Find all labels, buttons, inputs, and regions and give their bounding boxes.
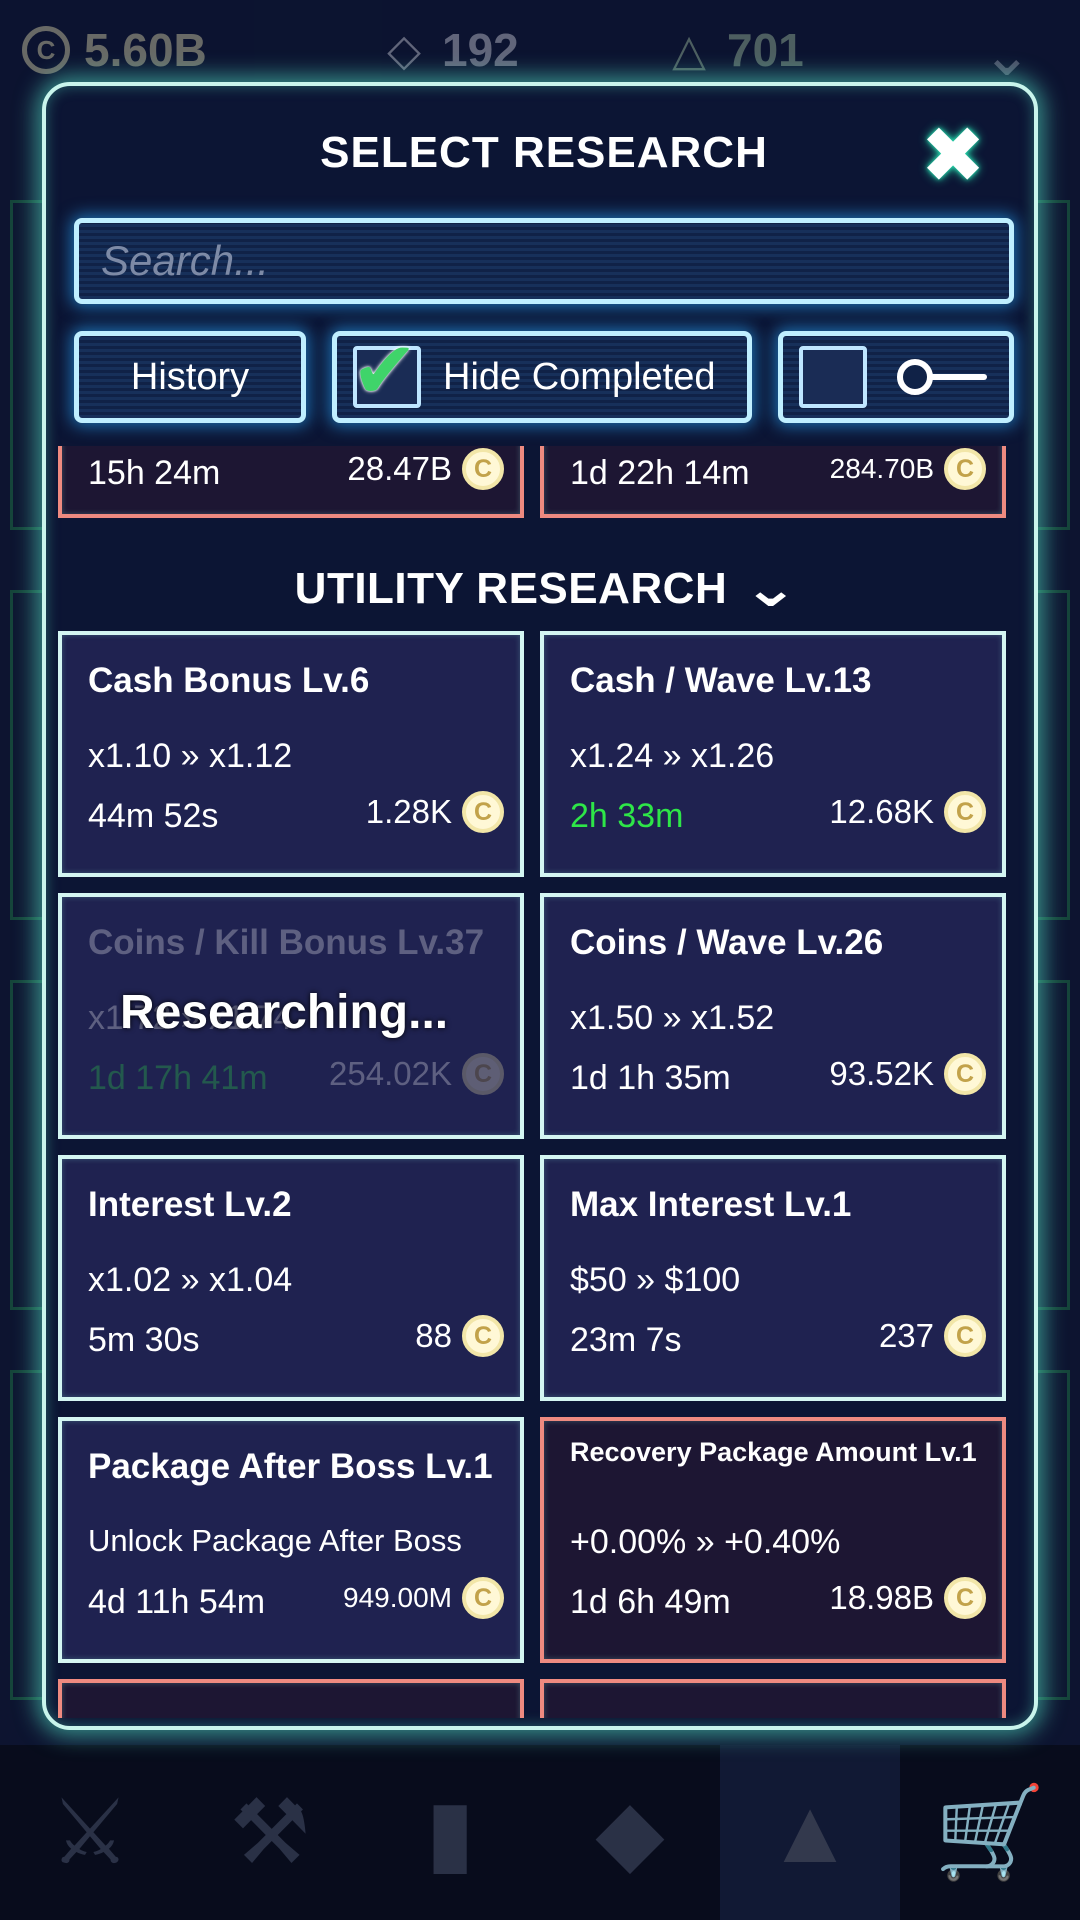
coin-icon: C bbox=[462, 1577, 504, 1619]
research-cost: 237 C bbox=[879, 1315, 986, 1357]
research-cost: 88 C bbox=[415, 1315, 504, 1357]
flask-icon[interactable]: ▲ bbox=[720, 1745, 900, 1920]
swords-icon[interactable]: ⚔ bbox=[0, 1745, 180, 1920]
research-list[interactable]: 15h 24m 28.47B C 1d 22h 14m 284.70B C UT… bbox=[46, 446, 1034, 1718]
hide-completed-label: Hide Completed bbox=[443, 355, 716, 398]
research-cost: 18.98B C bbox=[829, 1577, 986, 1619]
select-research-modal: SELECT RESEARCH ✖ History ✔ Hide Complet… bbox=[42, 82, 1038, 1730]
search-field[interactable] bbox=[74, 218, 1014, 304]
research-effect: Unlock Package After Boss bbox=[88, 1523, 462, 1558]
coins-value: 5.60B bbox=[84, 24, 207, 76]
research-card[interactable] bbox=[58, 1679, 524, 1718]
medal-icon: △ bbox=[672, 25, 706, 75]
hide-completed-toggle[interactable]: ✔ Hide Completed bbox=[332, 326, 752, 423]
hammer-icon[interactable]: ⚒ bbox=[180, 1745, 360, 1920]
research-cost: 93.52K C bbox=[829, 1053, 986, 1095]
research-time: 1d 6h 49m bbox=[570, 1583, 731, 1621]
close-icon[interactable]: ✖ bbox=[920, 116, 986, 194]
research-card[interactable] bbox=[540, 1679, 1006, 1718]
research-effect: +0.00% » +0.40% bbox=[570, 1523, 841, 1561]
gem-icon: ◇ bbox=[387, 25, 421, 75]
research-cost: 28.47B C bbox=[347, 448, 504, 490]
chevron-down-icon: ⌄ bbox=[981, 21, 1032, 88]
research-time: 15h 24m bbox=[88, 454, 221, 492]
coin-icon: C bbox=[944, 791, 986, 833]
research-name: Package After Boss Lv.1 bbox=[88, 1447, 493, 1486]
research-time: 5m 30s bbox=[88, 1321, 200, 1359]
research-card[interactable]: 15h 24m 28.47B C bbox=[58, 446, 524, 518]
coin-icon: C bbox=[462, 1315, 504, 1357]
coin-icon: C bbox=[944, 448, 986, 490]
research-effect: $50 » $100 bbox=[570, 1261, 741, 1299]
research-effect: x1.24 » x1.26 bbox=[570, 737, 775, 775]
screen: C 5.60B ◇ 192 △ 701 ⌄ ⚔ ⚒ ▮ ◆ ▲ 🛒 SELECT… bbox=[0, 0, 1080, 1920]
gems-value: 192 bbox=[442, 24, 519, 76]
researching-status: Researching... bbox=[120, 986, 449, 1039]
research-card[interactable]: Max Interest Lv.1 $50 » $100 23m 7s 237 … bbox=[540, 1155, 1006, 1401]
history-button[interactable]: History bbox=[74, 331, 306, 423]
research-name: Cash Bonus Lv.6 bbox=[88, 661, 370, 700]
research-time: 23m 7s bbox=[570, 1321, 682, 1359]
hide-completed-checkbox[interactable]: ✔ bbox=[351, 326, 421, 415]
medals-value: 701 bbox=[727, 24, 804, 76]
coin-icon: C bbox=[462, 1053, 504, 1095]
research-effect: x1.10 » x1.12 bbox=[88, 737, 293, 775]
gems-counter: ◇ 192 bbox=[380, 22, 519, 78]
research-time: 1d 17h 41m bbox=[88, 1059, 268, 1097]
bottom-nav: ⚔ ⚒ ▮ ◆ ▲ 🛒 bbox=[0, 1745, 1080, 1920]
section-title: UTILITY RESEARCH bbox=[294, 564, 728, 613]
research-time: 1d 22h 14m bbox=[570, 454, 750, 492]
coin-icon: C bbox=[944, 1577, 986, 1619]
filter-toggle[interactable] bbox=[778, 331, 1014, 423]
research-name: Interest Lv.2 bbox=[88, 1185, 292, 1224]
research-card[interactable]: Interest Lv.2 x1.02 » x1.04 5m 30s 88 C bbox=[58, 1155, 524, 1401]
research-name: Recovery Package Amount Lv.1 bbox=[570, 1437, 977, 1467]
research-card[interactable]: Coins / Kill Bonus Lv.37 x1.72 » x1.74 1… bbox=[58, 893, 524, 1139]
chevron-down-icon: ⌄ bbox=[742, 560, 800, 618]
research-card[interactable]: Cash / Wave Lv.13 x1.24 » x1.26 2h 33m 1… bbox=[540, 631, 1006, 877]
research-name: Max Interest Lv.1 bbox=[570, 1185, 852, 1224]
history-label: History bbox=[130, 355, 250, 398]
research-card[interactable]: 1d 22h 14m 284.70B C bbox=[540, 446, 1006, 518]
coin-icon: C bbox=[944, 1053, 986, 1095]
modal-title: SELECT RESEARCH bbox=[320, 128, 768, 177]
search-input[interactable] bbox=[79, 223, 1009, 299]
coin-icon: C bbox=[462, 791, 504, 833]
coins-counter: C 5.60B bbox=[22, 22, 207, 78]
research-effect: x1.02 » x1.04 bbox=[88, 1261, 293, 1299]
research-effect: x1.50 » x1.52 bbox=[570, 999, 775, 1037]
research-cost: 284.70B C bbox=[830, 448, 986, 490]
research-time: 4d 11h 54m bbox=[88, 1583, 266, 1621]
research-cost: 1.28K C bbox=[366, 791, 504, 833]
research-name: Coins / Kill Bonus Lv.37 bbox=[88, 923, 485, 962]
card-icon[interactable]: ▮ bbox=[360, 1745, 540, 1920]
section-header-utility[interactable]: UTILITY RESEARCH ⌄ bbox=[46, 559, 1034, 619]
research-card[interactable]: Recovery Package Amount Lv.1 +0.00% » +0… bbox=[540, 1417, 1006, 1663]
coin-icon: C bbox=[944, 1315, 986, 1357]
research-card[interactable]: Cash Bonus Lv.6 x1.10 » x1.12 44m 52s 1.… bbox=[58, 631, 524, 877]
module-icon[interactable]: ◆ bbox=[540, 1745, 720, 1920]
slider-icon bbox=[887, 357, 987, 397]
research-card[interactable]: Coins / Wave Lv.26 x1.50 » x1.52 1d 1h 3… bbox=[540, 893, 1006, 1139]
research-name: Cash / Wave Lv.13 bbox=[570, 661, 872, 700]
medals-counter: △ 701 bbox=[665, 22, 804, 78]
research-cost: 254.02K C bbox=[329, 1053, 504, 1095]
research-time: 2h 33m bbox=[570, 797, 684, 835]
research-time: 1d 1h 35m bbox=[570, 1059, 731, 1097]
research-name: Coins / Wave Lv.26 bbox=[570, 923, 884, 962]
research-card[interactable]: Package After Boss Lv.1 Unlock Package A… bbox=[58, 1417, 524, 1663]
filter-checkbox[interactable] bbox=[799, 346, 867, 408]
cart-icon[interactable]: 🛒 bbox=[900, 1745, 1080, 1920]
coin-icon: C bbox=[22, 26, 70, 74]
research-cost: 12.68K C bbox=[829, 791, 986, 833]
research-time: 44m 52s bbox=[88, 797, 219, 835]
checkmark-icon: ✔ bbox=[351, 326, 419, 415]
research-cost: 949.00M C bbox=[343, 1577, 504, 1619]
coin-icon: C bbox=[462, 448, 504, 490]
